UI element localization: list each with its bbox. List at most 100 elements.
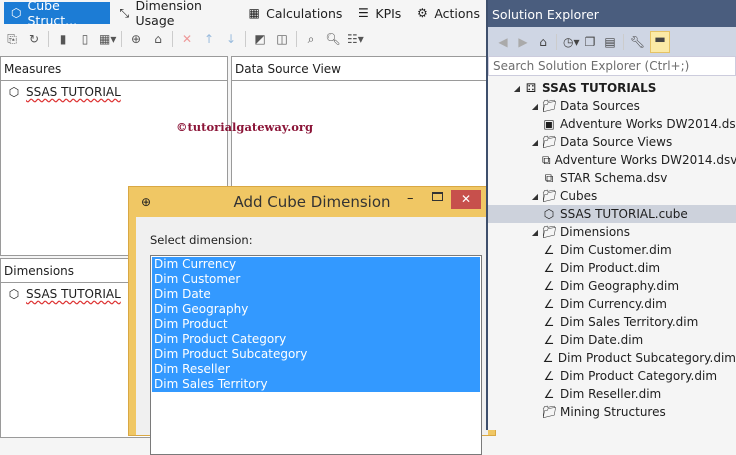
dimension-list-item[interactable]: Dim Product Category <box>152 332 480 347</box>
dimension-list-item[interactable]: Dim Reseller <box>152 362 480 377</box>
select-dimension-label: Select dimension: <box>150 233 253 247</box>
find-table-icon[interactable]: ⌕ <box>303 32 319 46</box>
dimension-list-item[interactable]: Dim Sales Territory <box>152 377 480 392</box>
collapse-all-icon[interactable]: ❐ <box>583 35 597 49</box>
tab-calculations[interactable]: ▦ Calculations <box>241 2 348 24</box>
close-button[interactable]: ✕ <box>451 190 481 209</box>
expand-arrow-icon[interactable]: ◢ <box>528 192 542 201</box>
dimension-list-item[interactable]: Dim Product Subcategory <box>152 347 480 362</box>
dimension-icon: ∠ <box>543 387 555 401</box>
separator <box>296 31 297 47</box>
new-measure-group-icon[interactable]: ▯ <box>77 32 93 46</box>
tree-item[interactable]: ∠ Dim Currency.dim <box>488 295 736 313</box>
dimension-icon: ∠ <box>543 369 555 383</box>
calculations-icon: ▦ <box>248 6 260 20</box>
pending-changes-icon[interactable]: ◷▾ <box>563 35 580 49</box>
link-object-icon[interactable]: ⌂ <box>150 32 166 46</box>
datasource-icon: ▣ <box>543 117 555 131</box>
process-icon[interactable]: ⎘ <box>4 32 20 46</box>
expand-arrow-icon[interactable]: ◢ <box>528 102 542 111</box>
properties-icon[interactable]: ◫ <box>274 32 290 46</box>
tree-item[interactable]: ∠ Dim Geography.dim <box>488 277 736 295</box>
tree-item[interactable]: ∠ Dim Reseller.dim <box>488 385 736 403</box>
dimension-list-item[interactable]: Dim Geography <box>152 302 480 317</box>
tree-item[interactable]: ∠ Dim Product Subcategory.dim <box>488 349 736 367</box>
show-all-files-icon[interactable]: ▤ <box>603 35 617 49</box>
move-up-icon[interactable]: ↑ <box>201 32 217 46</box>
tree-item[interactable]: ∠ Dim Product Category.dim <box>488 367 736 385</box>
tab-actions[interactable]: ⚙ Actions <box>409 2 486 24</box>
tree-item-label: Dim Customer.dim <box>560 243 672 257</box>
arrange-icon[interactable]: ☷▾ <box>347 32 364 46</box>
tree-item[interactable]: ⧉ STAR Schema.dsv <box>488 169 736 187</box>
tree-item-label: Dimensions <box>560 225 631 239</box>
expand-arrow-icon[interactable]: ◢ <box>510 84 524 93</box>
tree-item[interactable]: ⬡ SSAS TUTORIAL.cube <box>488 205 736 223</box>
tree-item[interactable]: 📁︎ Mining Structures <box>488 403 736 421</box>
tree-item-label: Adventure Works DW2014.dsv <box>554 153 736 167</box>
new-measure-icon[interactable]: ▮ <box>55 32 71 46</box>
dialog-title-bar[interactable]: ⊕ Add Cube Dimension – ✕ <box>129 187 495 217</box>
expand-arrow-icon[interactable]: ◢ <box>528 138 542 147</box>
tree-item[interactable]: ▣ Adventure Works DW2014.ds <box>488 115 736 133</box>
tree-item[interactable]: ∠ Dim Date.dim <box>488 331 736 349</box>
cube-icon: ⬡ <box>543 207 555 221</box>
solution-search-input[interactable]: Search Solution Explorer (Ctrl+;) <box>488 56 736 76</box>
add-cube-dimension-dialog: ⊕ Add Cube Dimension – ✕ Select dimensio… <box>128 186 496 455</box>
dimension-list-item[interactable]: Dim Date <box>152 287 480 302</box>
tree-item[interactable]: ◢ 📁︎ Dimensions <box>488 223 736 241</box>
tab-dimension-usage[interactable]: ⤡ Dimension Usage <box>112 0 239 28</box>
tree-item[interactable]: ∠ Dim Customer.dim <box>488 241 736 259</box>
dsv-icon: ⧉ <box>542 153 551 167</box>
back-icon[interactable]: ◀ <box>496 35 510 49</box>
tree-item-label: STAR Schema.dsv <box>560 171 668 185</box>
dimension-list-item[interactable]: Dim Customer <box>152 272 480 287</box>
measures-cube-item[interactable]: ⬡ SSAS TUTORIAL <box>1 81 227 103</box>
tree-item[interactable]: ⧉ Adventure Works DW2014.dsv <box>488 151 736 169</box>
solution-explorer: Solution Explorer ◀ ▶ ⌂ ◷▾ ❐ ▤ 🔧︎ ▬ Sear… <box>486 0 736 430</box>
tree-item-label: Dim Product.dim <box>560 261 661 275</box>
properties-wrench-icon[interactable]: 🔧︎ <box>630 35 645 49</box>
tree-item-label: Cubes <box>560 189 598 203</box>
tab-kpis[interactable]: ☰ KPIs <box>350 2 407 24</box>
tree-item[interactable]: ◢ 📁︎ Data Source Views <box>488 133 736 151</box>
forward-icon[interactable]: ▶ <box>516 35 530 49</box>
dsv-header: Data Source View <box>232 57 486 81</box>
dimension-listbox[interactable]: Dim Currency Dim Customer Dim Date Dim Geog… <box>150 255 482 455</box>
preview-icon[interactable]: ▬ <box>650 30 670 53</box>
expand-arrow-icon[interactable]: ◢ <box>528 228 542 237</box>
folder-icon: 📁︎ <box>542 225 558 239</box>
dsv-icon: ⧉ <box>544 171 554 185</box>
tab-cube-structure[interactable]: ⬡ Cube Struct... <box>4 0 111 28</box>
maximize-button[interactable] <box>432 192 443 201</box>
separator <box>172 31 173 47</box>
dimension-icon: ∠ <box>543 333 555 347</box>
dimension-icon: ∠ <box>543 279 555 293</box>
minimize-button[interactable]: – <box>407 191 414 206</box>
designer-toolbar: ⎘ ↻ ▮ ▯ ▦▾ ⊕ ⌂ ✕ ↑ ↓ ◩ ◫ ⌕ 🔍︎ ☷▾ <box>0 28 486 50</box>
tree-item[interactable]: ◢ 📁︎ Data Sources <box>488 97 736 115</box>
folder-icon: 📁︎ <box>542 99 558 113</box>
designer-tabs: ⬡ Cube Struct... ⤡ Dimension Usage ▦ Calcul… <box>0 0 486 28</box>
tree-item-label: Data Source Views <box>560 135 673 149</box>
dimension-list-item[interactable]: Dim Currency <box>152 257 480 272</box>
folder-icon: 📁︎ <box>542 405 558 419</box>
cube-icon: ⬡ <box>8 287 20 301</box>
refresh-icon[interactable]: ↻ <box>26 32 42 46</box>
separator <box>245 31 246 47</box>
tree-item[interactable]: ∠ Dim Sales Territory.dim <box>488 313 736 331</box>
zoom-icon[interactable]: 🔍︎ <box>325 32 341 46</box>
dimension-list-item[interactable]: Dim Product <box>152 317 480 332</box>
edit-icon[interactable]: ◩ <box>252 32 268 46</box>
home-icon[interactable]: ⌂ <box>536 35 550 49</box>
dimension-icon: ∠ <box>543 315 555 329</box>
add-dimension-icon[interactable]: ⊕ <box>128 32 144 46</box>
tree-item-label: Dim Product Subcategory.dim <box>557 351 736 365</box>
delete-icon[interactable]: ✕ <box>179 32 195 46</box>
show-grid-icon[interactable]: ▦▾ <box>99 32 116 46</box>
tree-item[interactable]: ◢ 📁︎ Cubes <box>488 187 736 205</box>
tree-item[interactable]: ∠ Dim Product.dim <box>488 259 736 277</box>
tree-item[interactable]: ◢ ⚃ SSAS TUTORIALS <box>488 79 736 97</box>
move-down-icon[interactable]: ↓ <box>223 32 239 46</box>
tree-item-label: Dim Reseller.dim <box>560 387 662 401</box>
